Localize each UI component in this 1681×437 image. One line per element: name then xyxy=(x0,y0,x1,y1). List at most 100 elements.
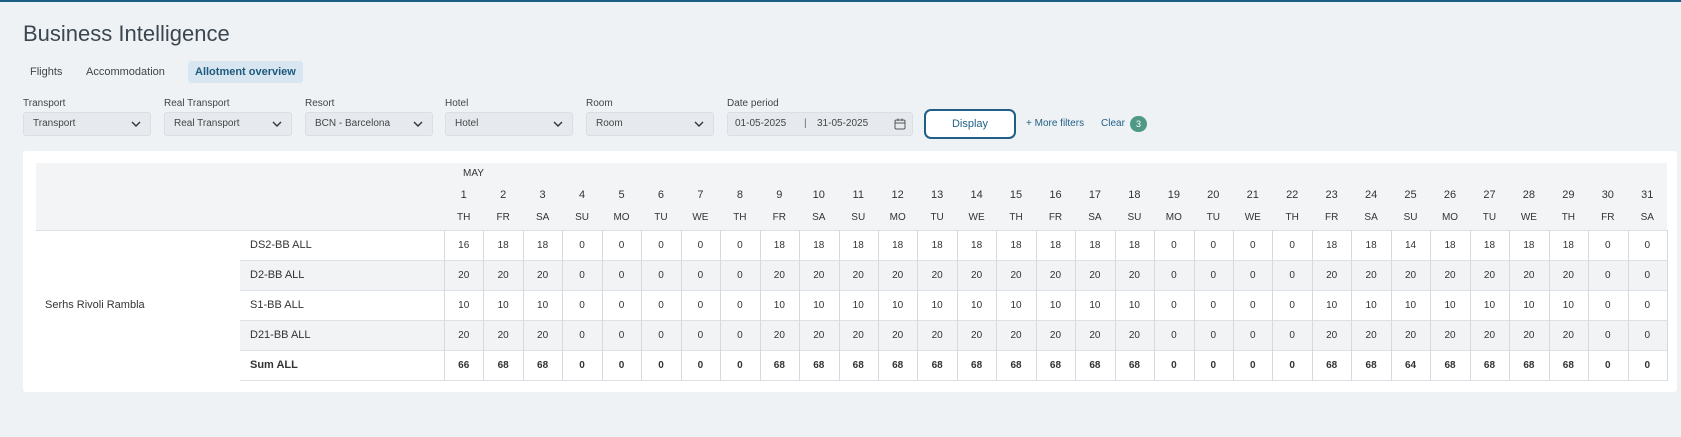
allotment-cell: 10 xyxy=(1049,300,1062,311)
allotment-cell: 0 xyxy=(658,330,664,341)
room-type-label: DS2-BB ALL xyxy=(250,239,312,251)
allotment-cell: 0 xyxy=(1249,240,1256,251)
transport-filter: Transport Transport xyxy=(23,97,151,136)
allotment-cell: 0 xyxy=(737,300,743,311)
column-divider xyxy=(1588,230,1590,381)
allotment-cell: 20 xyxy=(971,330,983,341)
allotment-cell: 10 xyxy=(1483,300,1496,311)
more-filters-link[interactable]: + More filters xyxy=(1026,118,1084,129)
page-title: Business Intelligence xyxy=(23,21,230,46)
day-number: 5 xyxy=(618,189,625,201)
day-number: 28 xyxy=(1522,189,1536,201)
chevron-down-icon xyxy=(412,113,424,135)
day-number: 13 xyxy=(931,189,944,201)
real-transport-value: Real Transport xyxy=(174,118,240,129)
column-divider xyxy=(1469,230,1471,381)
real-transport-filter: Real Transport Real Transport xyxy=(164,97,292,136)
resort-filter: Resort BCN - Barcelona xyxy=(305,97,433,136)
date-range-input[interactable]: 01-05-2025 | 31-05-2025 xyxy=(727,112,913,136)
allotment-cell: 10 xyxy=(852,300,864,311)
day-number: 8 xyxy=(736,189,743,201)
resort-value: BCN - Barcelona xyxy=(315,118,391,129)
weekday-label: WE xyxy=(1244,212,1261,223)
column-divider xyxy=(799,230,801,381)
day-number: 19 xyxy=(1167,189,1180,201)
allotment-cell: 0 xyxy=(1605,270,1611,281)
date-period-label: Date period xyxy=(727,98,779,109)
sum-cell: 0 xyxy=(1171,360,1177,371)
allotment-cell: 10 xyxy=(1010,300,1022,311)
weekday-label: SA xyxy=(812,212,826,223)
allotment-cell: 10 xyxy=(1365,300,1377,311)
sum-cell: 68 xyxy=(1562,360,1574,371)
allotment-cell: 10 xyxy=(1523,300,1535,311)
column-divider xyxy=(1667,230,1668,381)
column-divider xyxy=(1311,230,1313,381)
day-number: 2 xyxy=(500,189,507,201)
allotment-cell: 20 xyxy=(497,330,509,341)
allotment-cell: 10 xyxy=(1128,300,1140,311)
sum-cell: 68 xyxy=(1523,360,1535,371)
allotment-cell: 20 xyxy=(1523,330,1535,341)
weekday-label: SA xyxy=(1364,212,1378,223)
header-divider xyxy=(36,230,1667,231)
day-number: 9 xyxy=(776,189,783,201)
allotment-cell: 20 xyxy=(1483,270,1496,281)
column-divider xyxy=(601,230,603,381)
weekday-label: TU xyxy=(654,212,668,223)
allotment-cell: 0 xyxy=(579,330,585,341)
weekday-label: WE xyxy=(692,212,709,223)
allotment-cell: 0 xyxy=(1210,270,1217,281)
sum-cell: 68 xyxy=(1128,360,1140,371)
day-number: 7 xyxy=(697,189,704,201)
allotment-cell: 18 xyxy=(497,240,509,251)
allotment-cell: 20 xyxy=(971,270,983,281)
column-divider xyxy=(956,230,958,381)
calendar-icon[interactable] xyxy=(894,118,906,130)
allotment-cell: 18 xyxy=(852,240,864,251)
allotment-cell: 20 xyxy=(931,270,943,281)
allotment-cell: 20 xyxy=(1089,330,1101,341)
allotment-cell: 0 xyxy=(1644,300,1651,311)
weekday-label: TH xyxy=(1009,212,1023,223)
column-divider xyxy=(917,230,919,381)
tab-accommodation[interactable]: Accommodation xyxy=(79,61,172,83)
date-from[interactable]: 01-05-2025 xyxy=(735,113,786,135)
weekday-label: FR xyxy=(1324,212,1339,223)
allotment-cell: 18 xyxy=(1444,240,1456,251)
allotment-cell: 0 xyxy=(1289,240,1295,251)
allotment-cell: 10 xyxy=(813,300,825,311)
allotment-cell: 20 xyxy=(1562,330,1574,341)
sum-cell: 68 xyxy=(1326,360,1338,371)
allotment-cell: 0 xyxy=(1249,270,1256,281)
column-divider xyxy=(1548,230,1550,381)
allotment-cell: 20 xyxy=(1483,330,1496,341)
tab-flights[interactable]: Flights xyxy=(23,61,69,83)
sum-cell: 68 xyxy=(1444,360,1456,371)
date-period-filter: Date period 01-05-2025 | 31-05-2025 xyxy=(727,97,913,136)
resort-select[interactable]: BCN - Barcelona xyxy=(305,112,433,136)
allotment-cell: 0 xyxy=(658,300,664,311)
month-label: MAY xyxy=(463,168,484,179)
room-select[interactable]: Room xyxy=(586,112,714,136)
sum-row-label: Sum ALL xyxy=(250,359,298,371)
transport-select[interactable]: Transport xyxy=(23,112,151,136)
real-transport-select[interactable]: Real Transport xyxy=(164,112,292,136)
tab-allotment-overview[interactable]: Allotment overview xyxy=(188,61,303,83)
column-divider xyxy=(1193,230,1195,381)
allotment-cell: 20 xyxy=(537,330,549,341)
allotment-cell: 20 xyxy=(1089,270,1101,281)
hotel-name-cell: Serhs Rivoli Rambla xyxy=(45,299,145,311)
allotment-cell: 0 xyxy=(579,300,585,311)
clear-filters-link[interactable]: Clear xyxy=(1101,118,1125,129)
row-divider xyxy=(240,350,1667,351)
display-button[interactable]: Display xyxy=(924,109,1016,139)
date-to[interactable]: 31-05-2025 xyxy=(817,113,868,135)
allotment-cell: 20 xyxy=(1010,330,1022,341)
allotment-cell: 0 xyxy=(1210,240,1217,251)
weekday-label: MO xyxy=(1165,212,1182,223)
weekday-label: FR xyxy=(496,212,510,223)
hotel-select[interactable]: Hotel xyxy=(445,112,573,136)
allotment-cell: 20 xyxy=(1049,330,1062,341)
allotment-cell: 10 xyxy=(537,300,549,311)
